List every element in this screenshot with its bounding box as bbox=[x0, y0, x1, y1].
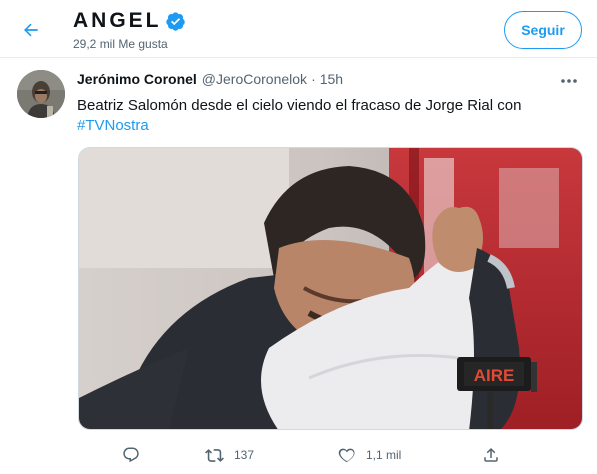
tweet-body: Beatriz Salomón desde el cielo viendo el… bbox=[77, 97, 522, 114]
retweet-button[interactable]: 137 bbox=[205, 442, 254, 468]
share-button[interactable] bbox=[482, 442, 500, 468]
reply-button[interactable] bbox=[122, 442, 150, 468]
arrow-left-icon bbox=[24, 23, 38, 37]
tweet-text: Beatriz Salomón desde el cielo viendo el… bbox=[77, 96, 577, 136]
retweet-count: 137 bbox=[234, 448, 255, 462]
author-name[interactable]: Jerónimo Coronel bbox=[77, 71, 197, 87]
profile-header: ANGEL 29,2 mil Me gusta Seguir bbox=[0, 0, 597, 58]
verified-badge-icon bbox=[165, 10, 187, 32]
like-count: 1,1 mil bbox=[366, 448, 402, 462]
reply-icon bbox=[123, 447, 139, 463]
back-button[interactable] bbox=[14, 13, 48, 47]
follow-button[interactable]: Seguir bbox=[504, 11, 582, 49]
separator-dot: · bbox=[311, 71, 316, 87]
hashtag-link[interactable]: #TVNostra bbox=[77, 117, 149, 134]
more-options-button[interactable] bbox=[557, 71, 581, 91]
avatar[interactable] bbox=[17, 70, 65, 118]
retweet-icon bbox=[205, 448, 224, 462]
like-button[interactable]: 1,1 mil bbox=[338, 442, 401, 468]
profile-name-row: ANGEL bbox=[73, 9, 187, 33]
likes-count: 29,2 mil Me gusta bbox=[73, 37, 168, 51]
share-icon bbox=[484, 447, 498, 462]
tweet-header: Jerónimo Coronel @JeroCoronelok · 15h bbox=[77, 71, 343, 87]
profile-name: ANGEL bbox=[73, 9, 162, 32]
tweet-actions: 137 1,1 mil bbox=[78, 442, 583, 468]
tweet-time[interactable]: 15h bbox=[320, 71, 343, 87]
tweet-media[interactable]: AIRE bbox=[78, 147, 583, 430]
author-handle[interactable]: @JeroCoronelok bbox=[202, 71, 307, 87]
heart-icon bbox=[338, 448, 355, 463]
tweet[interactable]: Jerónimo Coronel @JeroCoronelok · 15h Be… bbox=[0, 59, 597, 474]
aire-sign-text: AIRE bbox=[474, 366, 515, 385]
more-icon bbox=[561, 79, 577, 83]
